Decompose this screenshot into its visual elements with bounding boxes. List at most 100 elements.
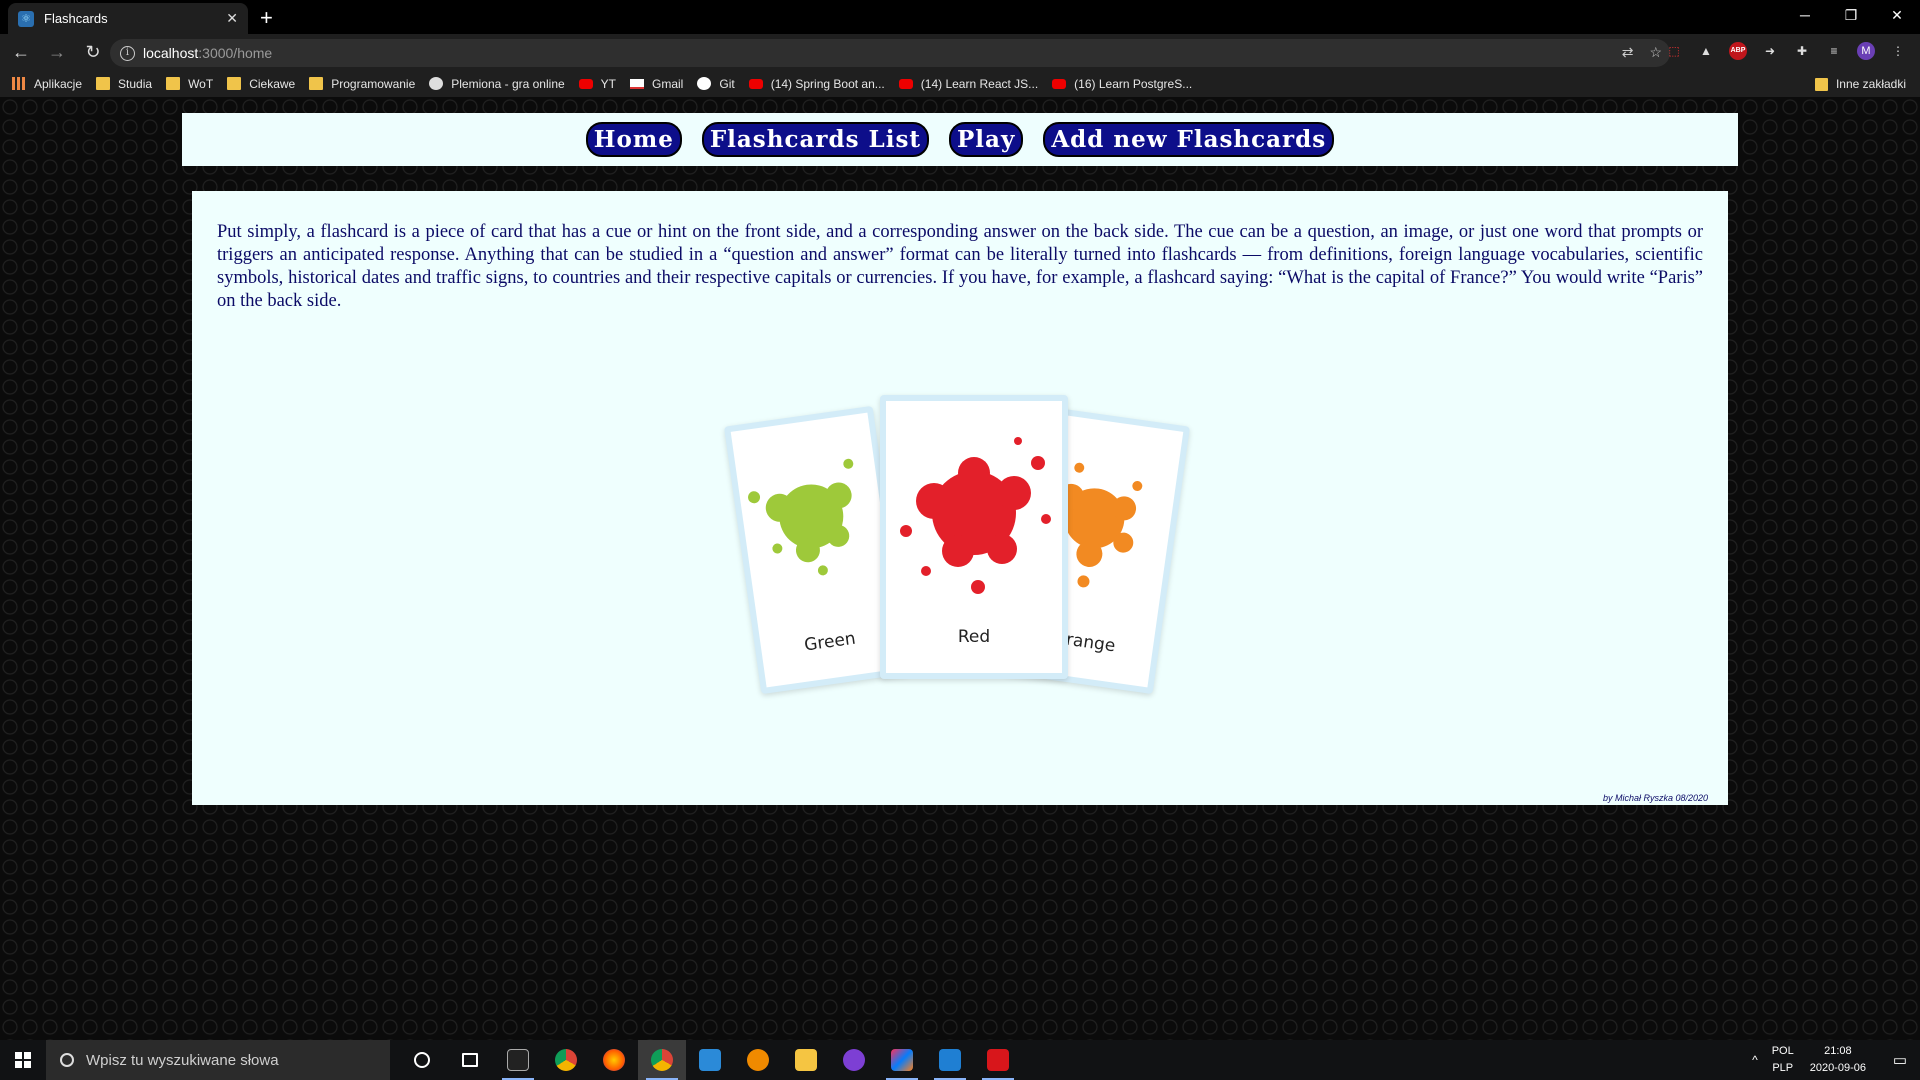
url-host: localhost: [143, 45, 199, 61]
youtube-icon: [898, 78, 913, 89]
browser-tab[interactable]: ⚛ Flashcards ✕: [8, 3, 248, 34]
photos-icon: [939, 1049, 961, 1071]
taskbar-photos[interactable]: [926, 1040, 974, 1080]
bookmark-learn-react[interactable]: (14) Learn React JS...: [898, 77, 1038, 91]
reload-icon[interactable]: ↻: [78, 42, 108, 63]
start-button[interactable]: [0, 1040, 46, 1080]
browser-toolbar: ← → ↻ i localhost:3000/home ⇄ ☆: [0, 34, 1920, 70]
bookmark-studia[interactable]: Studia: [96, 77, 152, 91]
taskbar-vlc[interactable]: [734, 1040, 782, 1080]
page-viewport: Home Flashcards List Play Add new Flashc…: [0, 97, 1920, 1040]
bookmark-plemiona[interactable]: Plemiona - gra online: [429, 77, 565, 91]
taskbar-search-placeholder: Wpisz tu wyszukiwane słowa: [86, 1051, 279, 1069]
tab-close-icon[interactable]: ✕: [226, 10, 238, 27]
bookmark-learn-postgres[interactable]: (16) Learn PostgreS...: [1052, 77, 1192, 91]
purple-app-icon: [843, 1049, 865, 1071]
taskbar-acrobat[interactable]: [974, 1040, 1022, 1080]
clock[interactable]: 21:08 2020-09-06: [1810, 1043, 1866, 1077]
bookmark-gmail[interactable]: Gmail: [630, 77, 683, 91]
taskbar-vscode[interactable]: [686, 1040, 734, 1080]
site-info-icon[interactable]: i: [120, 45, 135, 61]
taskbar-intellij[interactable]: [878, 1040, 926, 1080]
acrobat-extension-icon[interactable]: ⬚: [1665, 42, 1683, 60]
folder-icon: [96, 77, 111, 90]
window-controls: ─ ❐ ✕: [1782, 0, 1920, 30]
author-credit: by Michał Ryszka 08/2020: [1602, 793, 1708, 803]
profile-avatar-icon[interactable]: M: [1857, 42, 1875, 60]
bookmark-spring-boot[interactable]: (14) Spring Boot an...: [748, 77, 885, 91]
folder-icon: [166, 77, 181, 90]
folder-icon: [227, 77, 242, 90]
intellij-icon: [891, 1049, 913, 1071]
chrome-icon: [555, 1049, 577, 1071]
system-tray: ^ POL PLP 21:08 2020-09-06 ▭: [1752, 1040, 1920, 1080]
new-tab-button[interactable]: +: [260, 5, 273, 31]
windows-logo-icon: [15, 1052, 31, 1068]
site-navbar: Home Flashcards List Play Add new Flashc…: [182, 113, 1738, 166]
cortana-button[interactable]: [398, 1040, 446, 1080]
flashcard-red: Red: [880, 395, 1068, 679]
apps-icon: [12, 77, 26, 90]
extension-icon[interactable]: ➜: [1761, 42, 1779, 60]
taskbar-chrome[interactable]: [542, 1040, 590, 1080]
flashcards-illustration: Green Orange Red: [702, 391, 1222, 695]
flashcard-label: Red: [957, 627, 991, 647]
adblock-plus-icon[interactable]: ABP: [1729, 42, 1747, 60]
youtube-icon: [748, 78, 763, 89]
nav-add-flashcards-button[interactable]: Add new Flashcards: [1043, 122, 1335, 157]
plemiona-icon: [429, 77, 444, 90]
bookmark-other[interactable]: Inne zakładki: [1814, 77, 1906, 91]
flashcards-favicon-icon: ⚛: [18, 10, 34, 27]
terminal-icon: [507, 1049, 529, 1071]
nav-home-button[interactable]: Home: [585, 122, 682, 157]
drive-extension-icon[interactable]: ▲: [1697, 42, 1715, 60]
tray-overflow-icon[interactable]: ^: [1752, 1053, 1758, 1067]
taskbar-terminal[interactable]: [494, 1040, 542, 1080]
firefox-icon: [603, 1049, 625, 1071]
close-window-button[interactable]: ✕: [1874, 0, 1920, 30]
nav-play-button[interactable]: Play: [949, 122, 1024, 157]
chrome-profile-icon: [651, 1049, 673, 1071]
address-bar[interactable]: i localhost:3000/home ⇄ ☆: [110, 39, 1670, 67]
puzzle-extensions-icon[interactable]: ✚: [1793, 42, 1811, 60]
search-icon: [60, 1053, 74, 1067]
chrome-menu-icon[interactable]: ⋮: [1889, 42, 1907, 60]
gmail-icon: [630, 78, 645, 89]
notifications-icon[interactable]: ▭: [1880, 1051, 1920, 1069]
bookmarks-bar: Aplikacje Studia WoT Ciekawe Programowan…: [0, 70, 1920, 97]
bookmark-yt[interactable]: YT: [578, 77, 616, 91]
youtube-icon: [1052, 78, 1067, 89]
back-icon[interactable]: ←: [6, 42, 36, 63]
bookmark-aplikacje[interactable]: Aplikacje: [12, 77, 82, 91]
translate-icon[interactable]: ⇄: [1622, 44, 1634, 61]
nav-flashcards-list-button[interactable]: Flashcards List: [701, 122, 930, 157]
bookmark-ciekawe[interactable]: Ciekawe: [227, 77, 295, 91]
cortana-icon: [414, 1052, 430, 1068]
taskbar-firefox[interactable]: [590, 1040, 638, 1080]
forward-icon[interactable]: →: [42, 42, 72, 63]
bookmark-git[interactable]: Git: [697, 77, 735, 91]
github-icon: [697, 77, 712, 90]
home-content: Put simply, a flashcard is a piece of ca…: [192, 191, 1728, 805]
taskbar-chrome-profile[interactable]: [638, 1040, 686, 1080]
input-language[interactable]: POL PLP: [1772, 1043, 1794, 1077]
taskbar-search[interactable]: Wpisz tu wyszukiwane słowa: [46, 1040, 390, 1080]
task-view-icon: [462, 1053, 478, 1067]
task-view-button[interactable]: [446, 1040, 494, 1080]
reading-list-icon[interactable]: ≡: [1825, 42, 1843, 60]
acrobat-icon: [987, 1049, 1009, 1071]
bookmark-wot[interactable]: WoT: [166, 77, 213, 91]
bookmark-programowanie[interactable]: Programowanie: [309, 77, 415, 91]
tab-title: Flashcards: [44, 11, 108, 26]
restore-button[interactable]: ❐: [1828, 0, 1874, 30]
minimize-button[interactable]: ─: [1782, 0, 1828, 30]
extension-icons: ⬚ ▲ ABP ➜ ✚ ≡ M ⋮: [1665, 42, 1907, 60]
bookmark-star-icon[interactable]: ☆: [1649, 44, 1662, 61]
taskbar-explorer[interactable]: [782, 1040, 830, 1080]
browser-titlebar: ⚛ Flashcards ✕ + ─ ❐ ✕: [0, 0, 1920, 34]
folder-icon: [309, 77, 324, 90]
url-path: :3000/home: [198, 45, 273, 61]
youtube-icon: [578, 78, 593, 89]
intro-paragraph: Put simply, a flashcard is a piece of ca…: [217, 222, 1703, 311]
taskbar-app-purple[interactable]: [830, 1040, 878, 1080]
